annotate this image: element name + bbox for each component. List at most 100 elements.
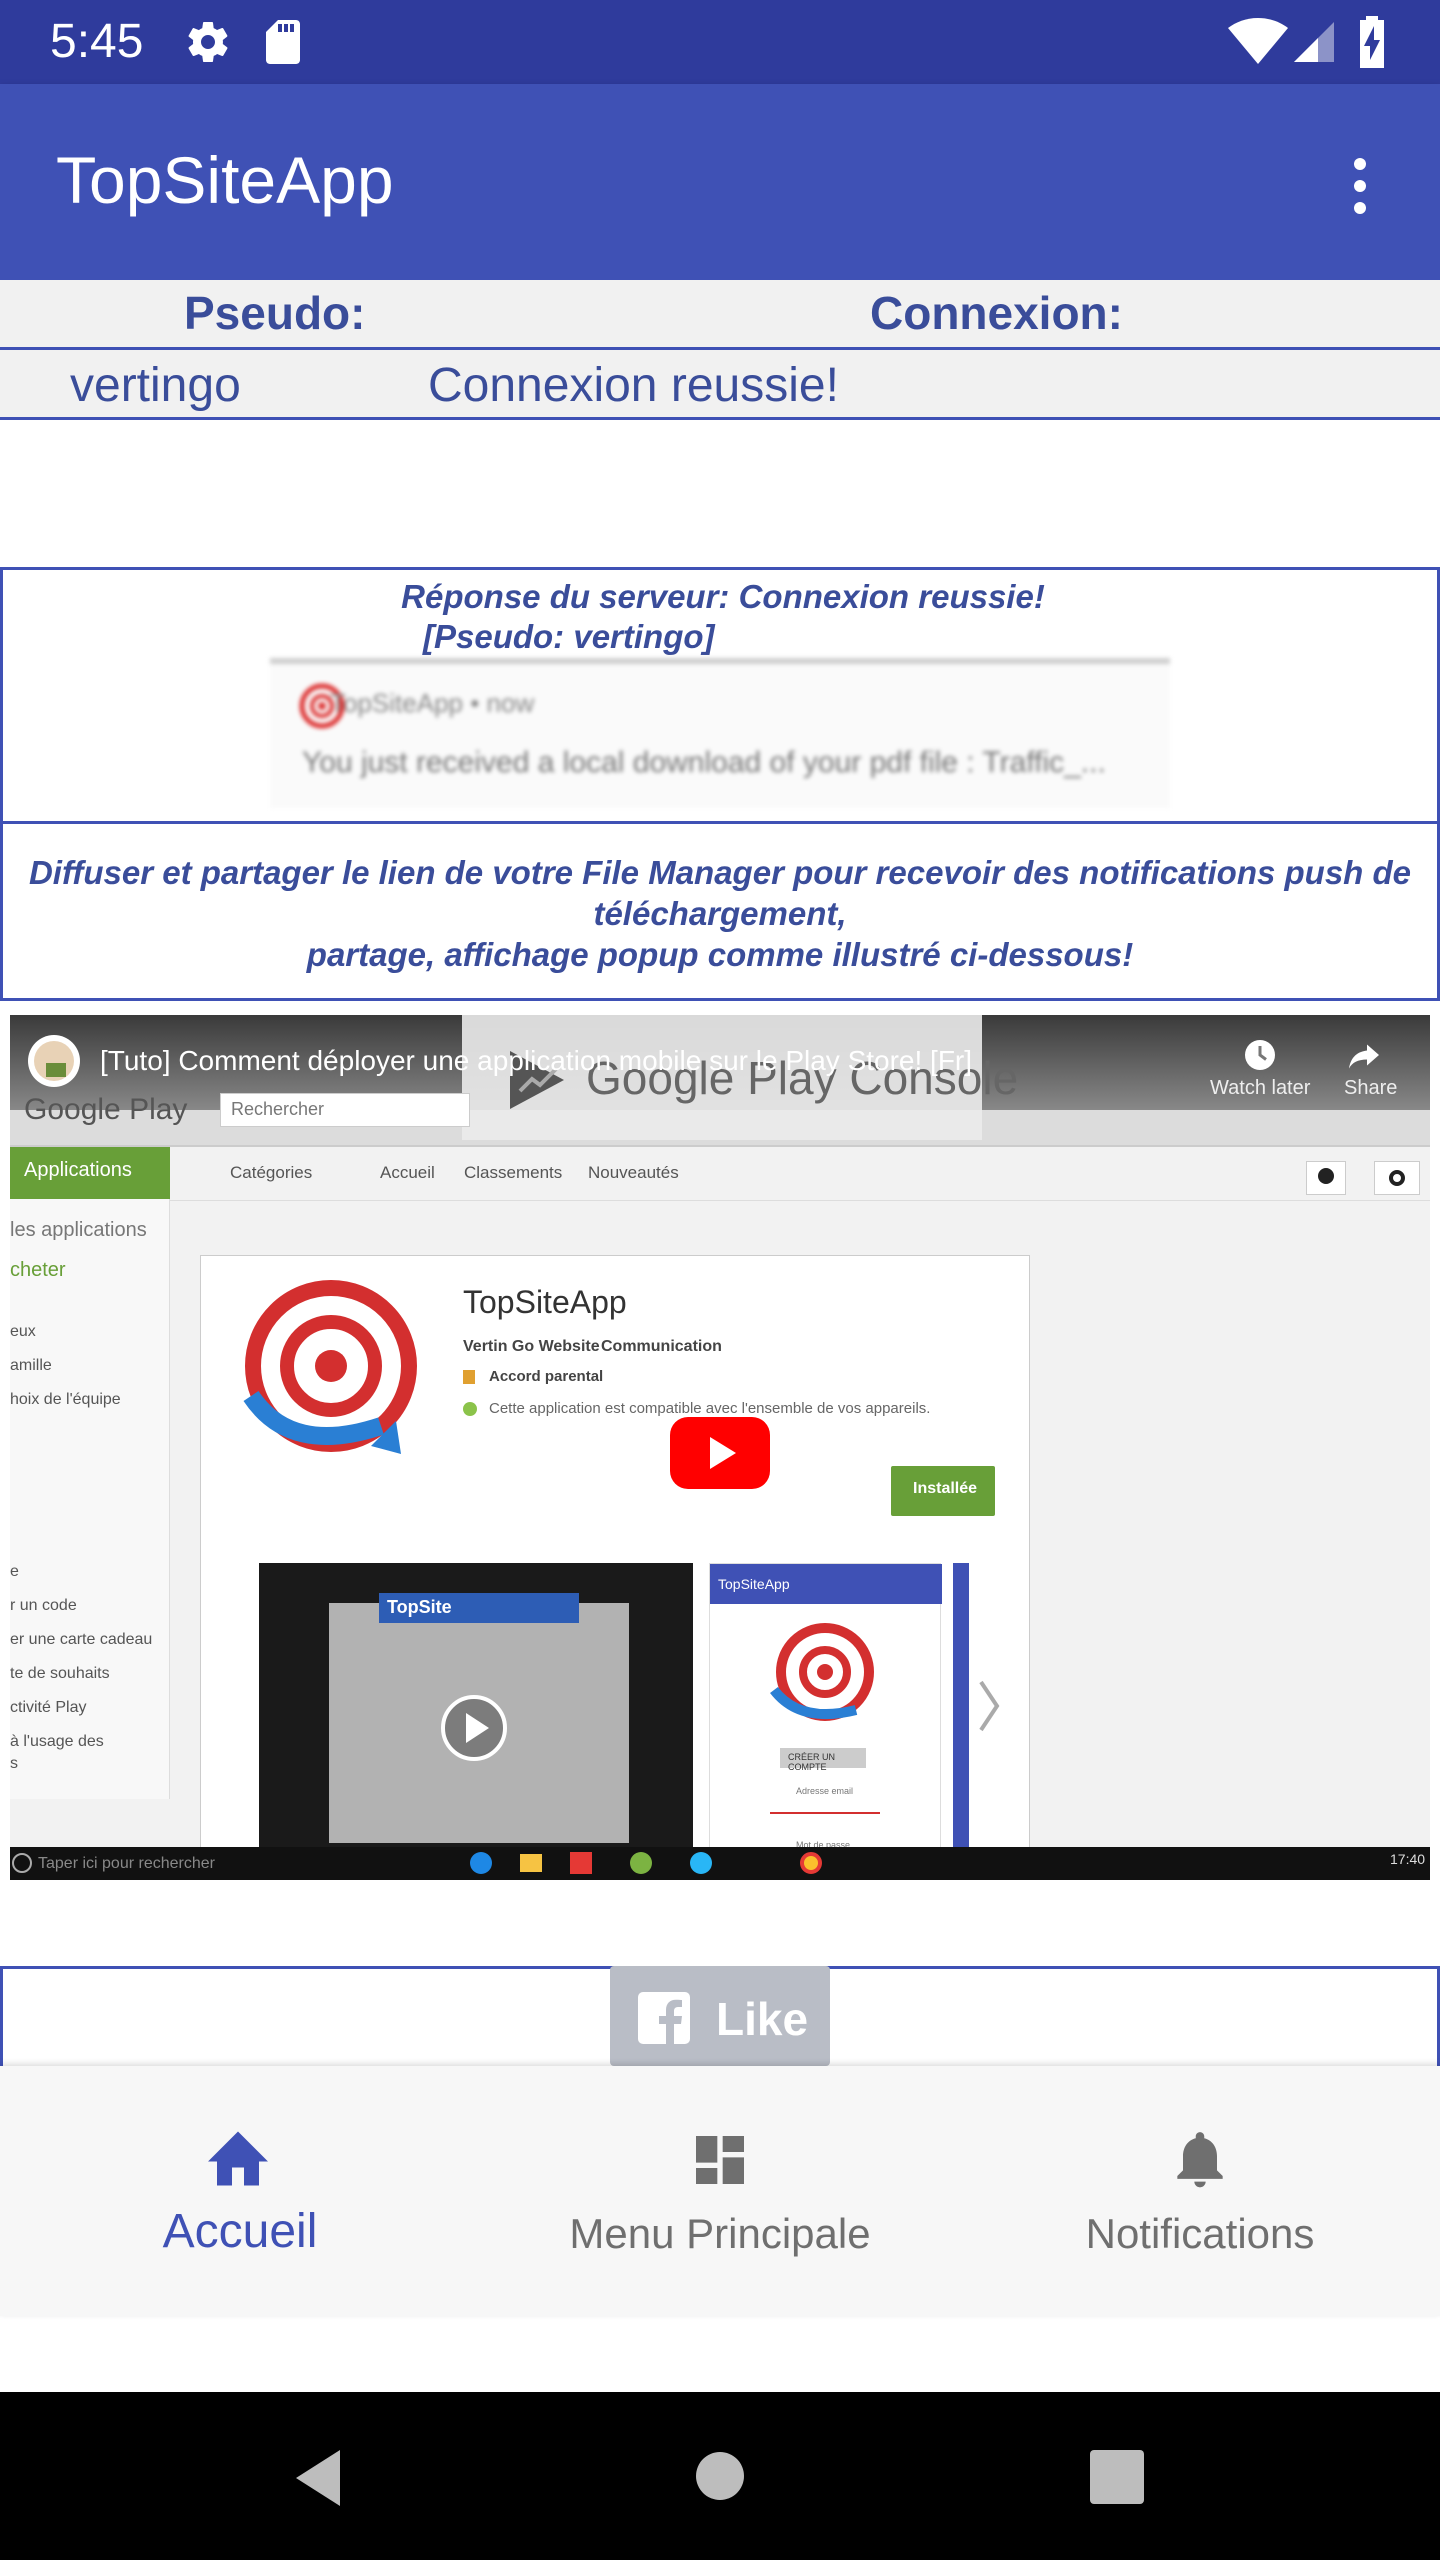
server-response-line2: [Pseudo: vertingo]	[423, 618, 715, 655]
chrome-icon	[800, 1852, 822, 1874]
watch-later-label[interactable]: Watch later	[1210, 1077, 1310, 1100]
app-icon	[570, 1852, 592, 1874]
store-sidebar: les applications cheter eux amille hoix …	[10, 1199, 170, 1549]
bottom-navigation: Accueil Menu Principale Notifications	[0, 2066, 1440, 2316]
wifi-icon	[1228, 18, 1288, 64]
store-app-category[interactable]: Communication	[601, 1338, 722, 1356]
store-screenshot-2[interactable]: TopSiteApp CRÉER UN COMPTE Adresse email…	[709, 1563, 942, 1863]
header-connexion: Connexion:	[870, 287, 1123, 339]
notification-message: You just received a local download of yo…	[302, 746, 1106, 779]
server-response-line1: Réponse du serveur: Connexion reussie!	[401, 578, 1045, 615]
notification-preview-image: TopSiteApp • now You just received a loc…	[270, 658, 1170, 808]
store-sidebar-item[interactable]: les applications	[10, 1219, 147, 1242]
google-play-logo: Google Play	[24, 1093, 188, 1126]
play-console-banner: Google Play Console	[462, 1015, 1018, 1140]
cell-signal-icon	[1294, 22, 1334, 62]
recents-icon[interactable]	[1090, 2450, 1144, 2504]
store-search-input[interactable]: Rechercher	[220, 1093, 470, 1127]
nav-label-accueil: Accueil	[162, 2205, 318, 2258]
status-time: 5:45	[50, 15, 144, 68]
app-title: TopSiteApp	[56, 143, 394, 217]
store-sidebar-item[interactable]: hoix de l'équipe	[10, 1391, 121, 1409]
share-label[interactable]: Share	[1344, 1077, 1397, 1100]
store-rating-label: Accord parental	[489, 1368, 604, 1385]
topsite-app-logo-small	[770, 1623, 874, 1721]
share-info-line1: Diffuser et partager le lien de votre Fi…	[28, 854, 1412, 891]
help-icon[interactable]	[1306, 1161, 1346, 1195]
nav-item-accueil[interactable]: Accueil	[0, 2066, 480, 2316]
windows-taskbar: Taper ici pour rechercher 17:40	[10, 1847, 1430, 1880]
back-icon[interactable]	[288, 2446, 348, 2510]
clock-icon[interactable]	[1242, 1037, 1278, 1073]
sd-card-icon	[266, 20, 300, 64]
store-app-name: TopSiteApp	[463, 1284, 627, 1320]
app-icon	[690, 1852, 712, 1874]
store-sidebar-item[interactable]: cheter	[10, 1259, 66, 1282]
store-sidebar-lower: e r un code er une carte cadeau te de so…	[10, 1549, 170, 1799]
app-icon	[630, 1852, 652, 1874]
edge-icon	[470, 1852, 492, 1874]
search-icon	[12, 1853, 32, 1873]
nav-label-menu-principale: Menu Principale	[569, 2210, 871, 2257]
store-screenshot-1[interactable]: TopSite	[259, 1563, 693, 1863]
youtube-play-button[interactable]	[670, 1417, 770, 1489]
store-sidebar-item[interactable]: er une carte cadeau	[10, 1631, 152, 1649]
chevron-right-icon[interactable]	[977, 1676, 1001, 1736]
settings-icon[interactable]	[1374, 1161, 1420, 1195]
topsite-app-logo	[243, 1280, 417, 1454]
share-info-line3: partage, affichage popup comme illustré …	[306, 936, 1134, 973]
dashboard-icon	[696, 2136, 744, 2184]
battery-charging-icon	[1360, 16, 1384, 68]
store-tab-categories[interactable]: Catégories	[230, 1163, 312, 1183]
share-info-line2: téléchargement,	[593, 895, 847, 932]
play-circle-icon[interactable]	[439, 1693, 509, 1763]
store-sidebar-item[interactable]: r un code	[10, 1597, 77, 1615]
table-row: vertingo Connexion reussie!	[0, 350, 1440, 420]
status-bar: 5:45	[0, 0, 1440, 84]
store-search-placeholder: Rechercher	[231, 1099, 325, 1119]
youtube-video-embed[interactable]: Google Play Console [Tuto] Comment déplo…	[10, 1015, 1430, 1880]
share-info-box: Diffuser et partager le lien de votre Fi…	[0, 821, 1440, 1001]
header-pseudo: Pseudo:	[184, 287, 366, 339]
more-vert-icon[interactable]	[1340, 150, 1380, 250]
like-label: Like	[716, 1993, 809, 2045]
store-sidebar-item[interactable]: s	[10, 1755, 18, 1773]
cell-connexion: Connexion reussie!	[428, 359, 839, 412]
store-sidebar-item[interactable]: à l'usage des	[10, 1733, 104, 1751]
share-icon[interactable]	[1346, 1037, 1382, 1073]
store-sidebar-active[interactable]: Applications	[10, 1147, 170, 1199]
app-bar: TopSiteApp	[0, 84, 1440, 280]
store-sidebar-item[interactable]: eux	[10, 1323, 36, 1341]
folder-icon	[520, 1854, 542, 1872]
store-sidebar-active-label: Applications	[24, 1159, 132, 1181]
facebook-like-button[interactable]: Like	[610, 1966, 830, 2066]
bell-icon	[1177, 2132, 1223, 2188]
table-header-row: Pseudo: Connexion:	[0, 280, 1440, 350]
facebook-icon	[638, 1992, 690, 2044]
gear-icon	[188, 22, 228, 63]
home-button-icon[interactable]	[694, 2450, 746, 2502]
store-installed-button[interactable]: Installée	[891, 1466, 995, 1516]
notification-app-line: TopSiteApp • now	[330, 688, 535, 718]
cell-pseudo: vertingo	[70, 359, 241, 412]
store-app-developer[interactable]: Vertin Go Website	[463, 1338, 600, 1356]
nav-item-notifications[interactable]: Notifications	[960, 2066, 1440, 2316]
check-icon	[463, 1402, 477, 1416]
nav-item-menu-principale[interactable]: Menu Principale	[480, 2066, 960, 2316]
store-tab-accueil[interactable]: Accueil	[380, 1163, 435, 1183]
store-sidebar-item[interactable]: te de souhaits	[10, 1665, 110, 1683]
video-title[interactable]: [Tuto] Comment déployer une application …	[100, 1045, 972, 1077]
store-compat-text: Cette application est compatible avec l'…	[489, 1400, 931, 1417]
server-response-box: Réponse du serveur: Connexion reussie! […	[0, 567, 1440, 659]
nav-label-notifications: Notifications	[1085, 2210, 1315, 2257]
app-card: TopSiteApp Vertin Go Website Communicati…	[200, 1255, 1030, 1880]
channel-avatar[interactable]	[26, 1033, 82, 1089]
system-navigation-bar	[0, 2392, 1440, 2560]
store-tab-classements[interactable]: Classements	[464, 1163, 562, 1183]
store-tab-nouveautes[interactable]: Nouveautés	[588, 1163, 679, 1183]
store-sidebar-item[interactable]: e	[10, 1563, 19, 1581]
taskbar-clock: 17:40	[1390, 1851, 1426, 1867]
home-icon	[208, 2131, 268, 2186]
store-sidebar-item[interactable]: ctivité Play	[10, 1699, 86, 1717]
store-sidebar-item[interactable]: amille	[10, 1357, 52, 1375]
